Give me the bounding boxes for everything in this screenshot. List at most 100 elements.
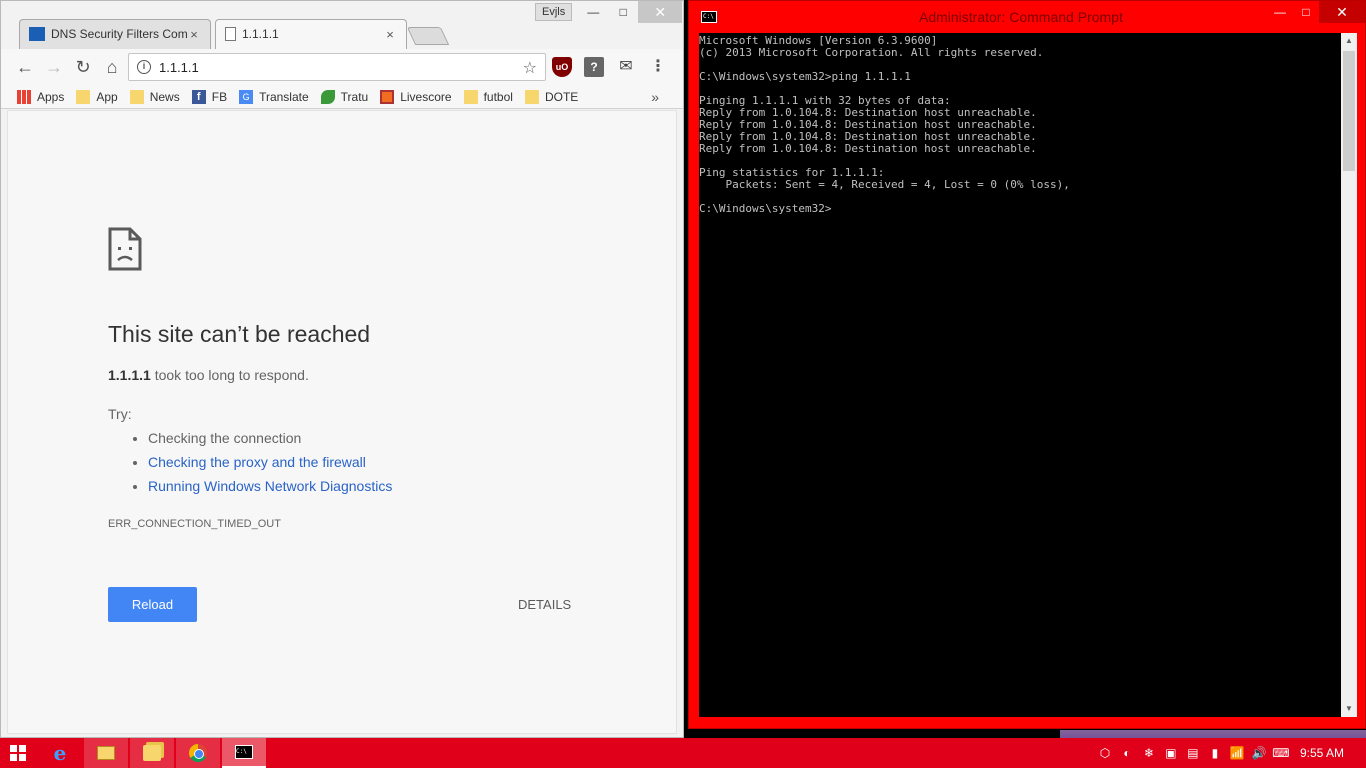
forward-button[interactable]: → — [40, 53, 68, 81]
volume-icon[interactable]: 🔊 — [1248, 746, 1270, 760]
home-icon[interactable]: ⌂ — [98, 53, 126, 81]
tab-1-1-1-1[interactable]: 1.1.1.1 × — [215, 19, 407, 49]
console-line: Packets: Sent = 4, Received = 4, Lost = … — [699, 178, 1070, 191]
taskbar-file-explorer[interactable] — [84, 738, 128, 768]
error-code: ERR_CONNECTION_TIMED_OUT — [108, 518, 281, 530]
close-icon[interactable]: ✕ — [1319, 1, 1365, 23]
ublock-origin-icon[interactable]: uO — [552, 57, 572, 77]
action-center-icon[interactable]: ▤ — [1182, 746, 1204, 760]
taskbar-cmd[interactable]: C:\ — [222, 738, 266, 768]
chrome-window: DNS Security Filters Com × 1.1.1.1 × Evj… — [0, 0, 684, 738]
tab-close-icon[interactable]: × — [383, 27, 397, 42]
folder-icon — [129, 89, 144, 104]
signal-icon[interactable]: ▮ — [1204, 746, 1226, 760]
tab-title: 1.1.1.1 — [242, 27, 279, 41]
bookmark-apps[interactable]: Apps — [17, 89, 64, 104]
tray-highlight-bar — [1060, 730, 1366, 738]
close-icon[interactable]: ✕ — [638, 1, 683, 23]
maximize-icon[interactable]: □ — [1293, 1, 1319, 23]
scroll-up-icon[interactable]: ▲ — [1341, 33, 1357, 49]
cmd-window: C:\ Administrator: Command Prompt — □ ✕ … — [688, 0, 1366, 729]
console-line: C:\Windows\system32>ping 1.1.1.1 — [699, 70, 911, 83]
console-line: C:\Windows\system32> — [699, 202, 832, 215]
suggestions-list: Checking the connection Checking the pro… — [132, 429, 392, 501]
tab-close-icon[interactable]: × — [187, 27, 201, 42]
bookmark-news[interactable]: News — [129, 89, 180, 104]
mail-favicon-icon — [29, 27, 45, 41]
app-tray-icon[interactable]: ◐ — [1116, 746, 1138, 760]
folder-icon — [463, 89, 478, 104]
back-button[interactable]: ← — [11, 53, 39, 81]
suggestion-proxy-firewall[interactable]: Checking the proxy and the firewall — [148, 453, 392, 477]
snowflake-icon[interactable]: ❄ — [1138, 746, 1160, 760]
tab-dns-security-filters[interactable]: DNS Security Filters Com × — [19, 19, 211, 49]
taskbar: e C:\ ⬡ ◐ ❄ ▣ ▤ ▮ 📶 🔊 ⌨ 9:55 AM — [0, 730, 1366, 768]
livescore-icon — [380, 89, 395, 104]
page-favicon-icon — [225, 27, 236, 41]
error-page: This site can’t be reached 1.1.1.1 took … — [7, 110, 677, 734]
bookmark-tratu[interactable]: Tratu — [320, 89, 368, 104]
bookmark-futbol[interactable]: futbol — [463, 89, 513, 104]
chrome-icon — [189, 744, 207, 762]
cmd-window-controls: — □ ✕ — [1267, 1, 1365, 23]
bookmark-app[interactable]: App — [76, 89, 118, 104]
shield-icon[interactable]: ⬡ — [1094, 746, 1116, 760]
folder-stack-icon — [143, 745, 161, 761]
suggestion-check-connection: Checking the connection — [148, 429, 392, 453]
file-explorer-icon — [97, 746, 115, 760]
new-tab-button[interactable] — [406, 27, 450, 45]
error-description: 1.1.1.1 took too long to respond. — [108, 367, 309, 383]
google-translate-icon: G — [239, 89, 254, 104]
reload-button[interactable]: Reload — [108, 587, 197, 622]
bookmarks-bar: Apps App News f FB G Translate Tratu Lives… — [1, 85, 683, 109]
bookmark-fb[interactable]: f FB — [191, 89, 227, 104]
console-line: Reply from 1.0.104.8: Destination host u… — [699, 142, 1037, 155]
taskbar-chrome[interactable] — [176, 738, 220, 768]
keyboard-icon[interactable]: ⌨ — [1270, 746, 1292, 760]
bookmark-dote[interactable]: DOTE — [524, 89, 578, 104]
bookmark-livescore[interactable]: Livescore — [380, 89, 452, 104]
cmd-window-title: Administrator: Command Prompt — [919, 9, 1123, 25]
command-prompt-icon: C:\ — [235, 745, 253, 759]
taskbar-clock[interactable]: 9:55 AM — [1300, 746, 1344, 760]
console-output[interactable]: Microsoft Windows [Version 6.3.9600] (c) … — [699, 33, 1341, 717]
sad-page-icon — [108, 227, 142, 271]
bookmark-translate[interactable]: G Translate — [239, 89, 309, 104]
folder-icon — [76, 89, 91, 104]
facebook-icon: f — [191, 89, 206, 104]
minimize-icon[interactable]: — — [1267, 1, 1293, 23]
chrome-titlebar: DNS Security Filters Com × 1.1.1.1 × Evj… — [1, 1, 683, 49]
tratu-leaf-icon — [320, 89, 335, 104]
scroll-thumb[interactable] — [1343, 51, 1355, 171]
taskbar-ie[interactable]: e — [38, 738, 82, 768]
apps-grid-icon — [17, 89, 31, 104]
error-title: This site can’t be reached — [108, 321, 371, 347]
reload-icon[interactable]: ↻ — [69, 53, 97, 81]
try-label: Try: — [108, 406, 132, 422]
details-button[interactable]: DETAILS — [518, 597, 571, 612]
tab-title: DNS Security Filters Com — [51, 27, 187, 41]
bookmark-star-icon[interactable]: ☆ — [523, 58, 537, 78]
chrome-menu-icon[interactable]: ⋮ — [648, 57, 668, 77]
maximize-icon[interactable]: □ — [608, 1, 638, 23]
url-input[interactable] — [159, 59, 519, 75]
bookmarks-overflow-icon[interactable]: » — [651, 89, 659, 105]
profile-button[interactable]: Evjls — [535, 3, 573, 21]
system-tray: ⬡ ◐ ❄ ▣ ▤ ▮ 📶 🔊 ⌨ 9:55 AM — [1060, 730, 1366, 768]
taskbar-folder[interactable] — [130, 738, 174, 768]
gmail-icon[interactable]: ✉ — [616, 57, 636, 77]
network-icon[interactable]: 📶 — [1226, 746, 1248, 760]
scroll-down-icon[interactable]: ▼ — [1341, 701, 1357, 717]
cmd-window-icon[interactable]: C:\ — [701, 11, 717, 23]
start-button[interactable] — [0, 738, 36, 768]
suggestion-network-diagnostics[interactable]: Running Windows Network Diagnostics — [148, 477, 392, 501]
help-extension-icon[interactable]: ? — [584, 57, 604, 77]
folder-icon — [524, 89, 539, 104]
info-icon[interactable]: i — [137, 60, 151, 74]
tray-app-icon[interactable]: ▣ — [1160, 746, 1182, 760]
minimize-icon[interactable]: — — [578, 1, 608, 23]
address-bar[interactable]: i ☆ — [128, 53, 546, 81]
windows-logo-icon — [10, 745, 26, 761]
cmd-scrollbar[interactable]: ▲ ▼ — [1341, 33, 1357, 717]
chrome-toolbar: ← → ↻ ⌂ i ☆ uO ? ✉ ⋮ — [1, 49, 683, 85]
